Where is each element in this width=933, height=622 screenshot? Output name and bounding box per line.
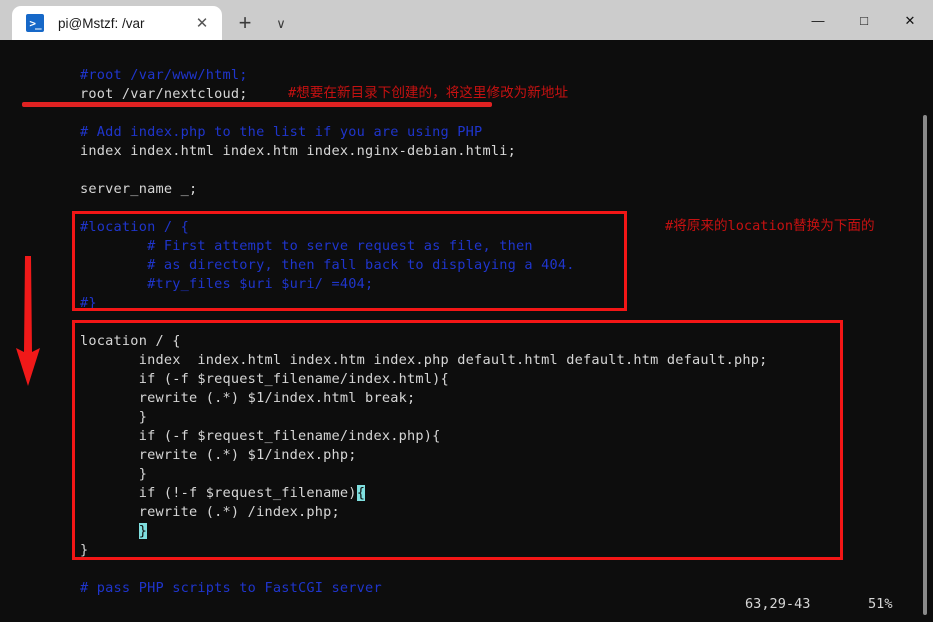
red-underline-annotation [22, 102, 492, 107]
terminal-line: rewrite (.*) /index.php; [80, 504, 340, 520]
terminal-line: if (-f $request_filename/index.html){ [80, 371, 449, 387]
terminal-line: } [80, 409, 148, 425]
terminal-line: index index.html index.htm index.nginx-d… [80, 143, 516, 159]
terminal-content[interactable]: #root /var/www/html; root /var/nextcloud;… [0, 40, 933, 622]
terminal-line: #root /var/www/html; [80, 67, 248, 83]
bracket-match-highlight: { [356, 485, 366, 501]
terminal-line: if (!-f $request_filename){ [80, 485, 366, 501]
terminal-line: if (-f $request_filename/index.php){ [80, 428, 441, 444]
terminal-line: index index.html index.htm index.php def… [80, 352, 768, 368]
terminal-line: #try_files $uri $uri/ =404; [80, 276, 374, 292]
terminal-line: # pass PHP scripts to FastCGI server [80, 580, 382, 596]
tab-pi-mstzf-var[interactable]: >_ pi@Mstzf: /var ✕ [12, 6, 222, 40]
scrollbar-thumb[interactable] [923, 115, 927, 615]
terminal-line: } [80, 466, 148, 482]
terminal-line: rewrite (.*) $1/index.html break; [80, 390, 416, 406]
terminal-line: # as directory, then fall back to displa… [80, 257, 575, 273]
chevron-down-icon[interactable]: ∨ [264, 6, 298, 40]
annotation-root-note: #想要在新目录下创建的，将这里修改为新地址 [288, 85, 569, 101]
terminal-line: server_name _; [80, 181, 198, 197]
annotation-location-note: #将原来的location替换为下面的 [665, 218, 875, 234]
bracket-match-highlight: } [138, 523, 148, 539]
terminal-window: >_ pi@Mstzf: /var ✕ + ∨ — □ ✕ #root /var… [0, 0, 933, 622]
red-down-arrow-annotation [16, 256, 40, 386]
terminal-line: # Add index.php to the list if you are u… [80, 124, 483, 140]
close-tab-icon[interactable]: ✕ [190, 11, 214, 35]
terminal-line: } [80, 522, 148, 541]
terminal-line: location / { [80, 333, 181, 349]
vim-scroll-percent: 51% [868, 596, 893, 612]
window-controls: — □ ✕ [795, 0, 933, 40]
powershell-icon: >_ [26, 14, 44, 32]
tab-strip: >_ pi@Mstzf: /var ✕ + ∨ [0, 0, 298, 40]
terminal-line: #} [80, 295, 97, 311]
close-button[interactable]: ✕ [887, 0, 933, 40]
title-bar: >_ pi@Mstzf: /var ✕ + ∨ — □ ✕ [0, 0, 933, 40]
terminal-line: # First attempt to serve request as file… [80, 238, 533, 254]
tab-label: pi@Mstzf: /var [58, 15, 145, 31]
terminal-line: rewrite (.*) $1/index.php; [80, 447, 357, 463]
maximize-button[interactable]: □ [841, 0, 887, 40]
terminal-line: } [80, 542, 89, 558]
vim-cursor-position: 63,29-43 [745, 596, 811, 612]
terminal-line: #location / { [80, 219, 189, 235]
new-tab-icon[interactable]: + [228, 6, 262, 40]
minimize-button[interactable]: — [795, 0, 841, 40]
